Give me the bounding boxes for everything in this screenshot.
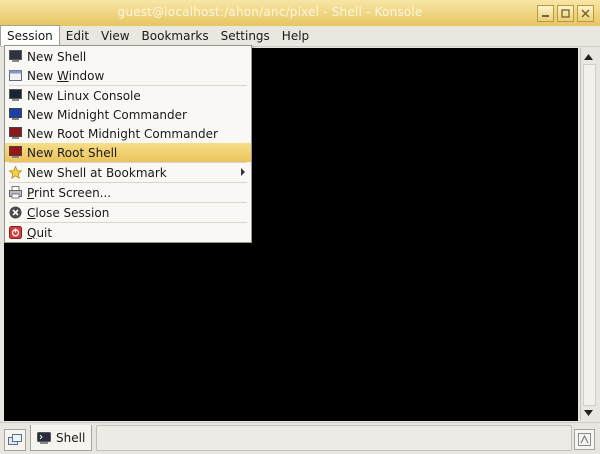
window-titlebar[interactable]: guest@localhost:/ahon/anc/pixel - Shell … [0, 0, 600, 27]
menu-item-label: Print Screen... [27, 185, 112, 200]
menu-item-label: New Root Midnight Commander [27, 126, 218, 141]
linux-console-icon [9, 89, 22, 101]
close-tab-icon [578, 433, 591, 446]
menu-item-new-window[interactable]: New Window [5, 66, 251, 85]
session-menu-dropdown: New Shell New Window New Linux Console N… [4, 45, 252, 243]
menu-item-new-shell-at-bookmark[interactable]: New Shell at Bookmark [5, 163, 251, 182]
menu-item-new-linux-console[interactable]: New Linux Console [5, 86, 251, 105]
close-button[interactable] [577, 5, 594, 22]
window-controls [537, 5, 594, 22]
terminal-icon [37, 431, 51, 444]
close-tab-button[interactable] [574, 429, 595, 450]
tab-bar: Shell [0, 422, 600, 454]
scroll-up-button[interactable] [581, 50, 596, 63]
menu-item-label: Close Session [27, 205, 110, 220]
menu-edit[interactable]: Edit [60, 26, 95, 46]
menu-help[interactable]: Help [276, 26, 315, 46]
tab-label: Shell [56, 430, 86, 445]
menu-item-label: New Shell [27, 49, 87, 64]
maximize-button[interactable] [557, 5, 574, 22]
tab-strip [96, 425, 572, 451]
close-icon [581, 9, 590, 18]
maximize-icon [561, 9, 570, 18]
menubar: Session Edit View Bookmarks Settings Hel… [0, 25, 600, 47]
menu-session[interactable]: Session [0, 25, 60, 46]
menu-item-new-shell[interactable]: New Shell [5, 47, 251, 66]
menu-view[interactable]: View [95, 26, 135, 46]
midnight-commander-icon [9, 108, 22, 120]
menu-item-label: New Root Shell [27, 145, 118, 160]
menu-item-new-root-midnight-commander[interactable]: New Root Midnight Commander [5, 124, 251, 143]
menu-item-new-midnight-commander[interactable]: New Midnight Commander [5, 105, 251, 124]
menu-item-label: New Midnight Commander [27, 107, 187, 122]
menu-item-label: Quit [27, 225, 53, 240]
minimize-button[interactable] [537, 5, 554, 22]
star-icon [9, 166, 22, 179]
menu-item-label: New Shell at Bookmark [27, 165, 167, 180]
root-midnight-commander-icon [9, 127, 22, 139]
menu-item-label: New Linux Console [27, 88, 141, 103]
root-shell-icon [9, 146, 22, 158]
arrow-up-icon [584, 53, 593, 60]
menu-item-close-session[interactable]: Close Session [5, 203, 251, 222]
scroll-track[interactable] [583, 64, 596, 406]
new-session-icon [8, 434, 22, 445]
printer-icon [9, 186, 22, 199]
menu-item-print-screen[interactable]: Print Screen... [5, 183, 251, 202]
terminal-icon [9, 50, 22, 62]
menu-item-new-root-shell[interactable]: New Root Shell [5, 143, 251, 162]
menu-item-quit[interactable]: Quit [5, 223, 251, 242]
window-title: guest@localhost:/ahon/anc/pixel - Shell … [117, 5, 423, 19]
quit-icon [9, 226, 22, 239]
window-icon [9, 70, 22, 81]
minimize-icon [542, 15, 549, 17]
menu-settings[interactable]: Settings [215, 26, 276, 46]
tab-shell[interactable]: Shell [30, 425, 92, 451]
submenu-arrow-icon [241, 168, 245, 176]
menu-item-label: New Window [27, 68, 105, 83]
arrow-down-icon [584, 409, 593, 416]
scroll-down-button[interactable] [581, 406, 596, 419]
close-session-icon [9, 206, 22, 219]
menu-bookmarks[interactable]: Bookmarks [136, 26, 215, 46]
new-session-button[interactable] [4, 429, 26, 451]
vertical-scrollbar[interactable] [580, 48, 596, 421]
